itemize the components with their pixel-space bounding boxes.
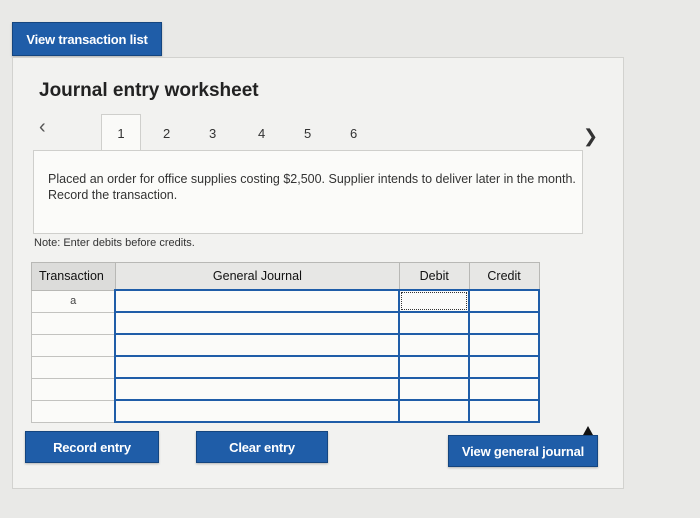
table-row (31, 355, 540, 379)
debit-input[interactable] (398, 355, 471, 379)
journal-entry-panel: Journal entry worksheet ‹ 1 2 3 4 5 6 ❯ … (12, 57, 624, 489)
credit-input[interactable] (468, 399, 540, 423)
debit-input[interactable] (398, 333, 471, 357)
column-header-transaction: Transaction (31, 262, 116, 291)
journal-table: Transaction General Journal Debit Credit… (31, 262, 540, 423)
table-row (31, 333, 540, 357)
previous-arrow-icon[interactable]: ‹ (39, 116, 46, 139)
credit-input[interactable] (468, 355, 540, 379)
table-row (31, 377, 540, 401)
view-transaction-list-button[interactable]: View transaction list (12, 22, 162, 56)
debit-input[interactable] (398, 399, 471, 423)
column-header-general-journal: General Journal (114, 262, 400, 291)
page-title: Journal entry worksheet (39, 80, 259, 101)
general-journal-input[interactable] (114, 355, 401, 379)
debit-input[interactable] (398, 311, 471, 335)
mouse-cursor-icon (583, 426, 593, 435)
tab-5[interactable]: 5 (304, 126, 311, 141)
table-row (31, 311, 540, 335)
tab-1[interactable]: 1 (101, 114, 141, 151)
next-arrow-icon[interactable]: ❯ (583, 126, 598, 147)
tab-6[interactable]: 6 (350, 126, 357, 141)
record-entry-button[interactable]: Record entry (25, 431, 159, 463)
transaction-cell (31, 399, 116, 423)
credit-input[interactable] (468, 311, 540, 335)
tab-3[interactable]: 3 (209, 126, 216, 141)
debit-input[interactable] (398, 289, 471, 313)
general-journal-input[interactable] (114, 377, 401, 401)
tab-4[interactable]: 4 (258, 126, 265, 141)
transaction-cell (31, 377, 116, 401)
tab-2[interactable]: 2 (163, 126, 170, 141)
general-journal-input[interactable] (114, 333, 401, 357)
column-header-credit: Credit (468, 262, 540, 291)
note-text: Note: Enter debits before credits. (34, 237, 195, 249)
transaction-description: Placed an order for office supplies cost… (33, 150, 583, 234)
credit-input[interactable] (468, 377, 540, 401)
column-header-debit: Debit (398, 262, 470, 291)
table-row: a (31, 289, 540, 313)
view-general-journal-button[interactable]: View general journal (448, 435, 598, 467)
transaction-cell (31, 311, 116, 335)
debit-input[interactable] (398, 377, 471, 401)
general-journal-input[interactable] (114, 399, 401, 423)
general-journal-input[interactable] (114, 289, 401, 313)
transaction-cell (31, 333, 116, 357)
transaction-cell: a (31, 289, 116, 313)
credit-input[interactable] (468, 289, 540, 313)
transaction-cell (31, 355, 116, 379)
general-journal-input[interactable] (114, 311, 401, 335)
tab-label: 1 (117, 125, 125, 141)
credit-input[interactable] (468, 333, 540, 357)
clear-entry-button[interactable]: Clear entry (196, 431, 328, 463)
table-row (31, 399, 540, 423)
